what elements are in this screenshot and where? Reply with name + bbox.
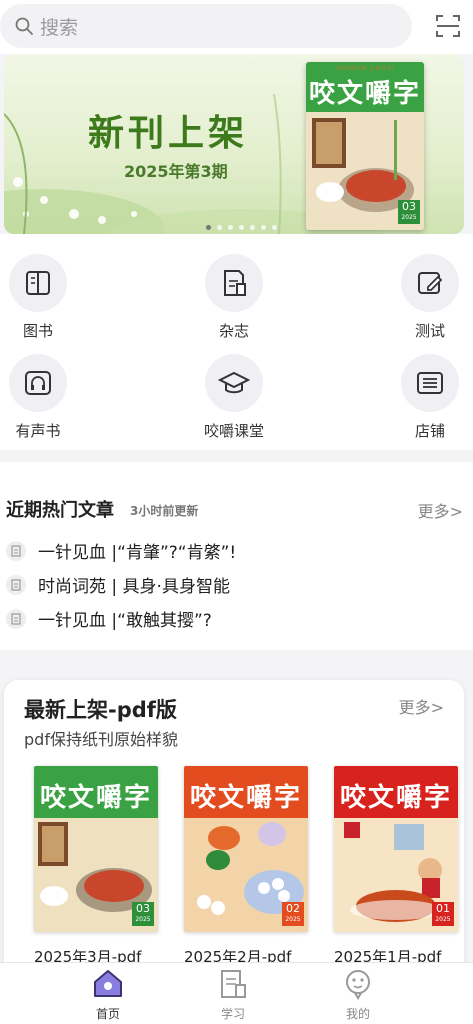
article-icon [6, 574, 26, 595]
quick-access-grid: 图书 杂志 测试 有声书 咬嚼课堂 店铺 [0, 234, 473, 450]
quick-item-label: 店铺 [414, 422, 445, 440]
cover-title: 咬文嚼字 [339, 782, 452, 813]
quick-item-label: 图书 [22, 322, 53, 340]
pdf-section: 最新上架-pdf版 pdf保持纸刊原始样貌 更多> 咬文嚼字 03 2025 20… [4, 680, 464, 980]
quick-item-label: 杂志 [218, 322, 249, 340]
book-icon [26, 271, 50, 295]
quick-item-label: 有声书 [15, 422, 61, 440]
cover-issue: 02 2025 [282, 902, 304, 926]
tab-home[interactable]: 首页 [68, 967, 148, 1022]
study-icon [221, 970, 246, 998]
tab-study[interactable]: 学习 [193, 967, 273, 1022]
article-title: 时尚词苑 | 具身·具身智能 [38, 577, 230, 597]
magazine-icon [224, 270, 246, 296]
quick-item-magazines[interactable]: 杂志 [194, 254, 274, 341]
banner-pagination [206, 225, 277, 230]
quick-item-label: 咬嚼课堂 [203, 422, 264, 440]
hot-articles-section: 近期热门文章 3小时前更新 更多> 一针见血 |“肯肇”?“肯綮”! 时尚词苑 … [0, 462, 473, 650]
tab-label: 我的 [345, 1007, 370, 1021]
app-page: 搜索 新刊上架 2025年第3期 YAOWEN JIAOZI 咬文嚼字 03 2… [0, 0, 473, 1024]
quick-item-store[interactable]: 店铺 [390, 354, 470, 441]
promo-banner[interactable]: 新刊上架 2025年第3期 YAOWEN JIAOZI 咬文嚼字 03 2025 [4, 54, 464, 234]
scan-icon[interactable] [435, 13, 461, 39]
quick-item-audiobooks[interactable]: 有声书 [0, 354, 78, 441]
search-placeholder: 搜索 [40, 16, 79, 39]
tab-label: 学习 [220, 1007, 245, 1021]
article-item[interactable]: 时尚词苑 | 具身·具身智能 [6, 572, 230, 597]
bottom-tab-bar: 首页 学习 我的 [0, 962, 473, 1024]
quick-item-books[interactable]: 图书 [0, 254, 78, 341]
update-time: 3小时前更新 [130, 504, 199, 518]
cover-title: 咬文嚼字 [189, 782, 302, 813]
quick-item-classroom[interactable]: 咬嚼课堂 [194, 354, 274, 441]
hot-more-link[interactable]: 更多> [418, 498, 463, 522]
quick-item-test[interactable]: 测试 [390, 254, 470, 341]
headphones-icon [25, 371, 51, 395]
article-item[interactable]: 一针见血 |“敢触其撄”? [6, 606, 212, 631]
banner-magazine-cover: YAOWEN JIAOZI 咬文嚼字 03 2025 [306, 62, 424, 230]
article-title: 一针见血 |“敢触其撄”? [38, 611, 212, 631]
search-icon [15, 17, 33, 35]
graduation-cap-icon [218, 371, 250, 394]
tab-label: 首页 [95, 1007, 120, 1021]
tab-profile[interactable]: 我的 [318, 967, 398, 1022]
article-icon [6, 540, 26, 561]
store-icon [417, 372, 443, 394]
search-input[interactable]: 搜索 [0, 4, 412, 48]
profile-icon [346, 970, 370, 1000]
banner-title: 新刊上架 [88, 113, 249, 154]
pdf-more-link[interactable]: 更多> [399, 694, 444, 718]
home-icon [94, 970, 122, 997]
magazine-cover[interactable]: 咬文嚼字 02 2025 [184, 766, 308, 932]
section-subtitle: pdf保持纸刊原始样貌 [24, 730, 178, 749]
banner-subtitle: 2025年第3期 [124, 162, 228, 181]
section-title: 最新上架-pdf版 [24, 698, 177, 722]
magazine-cover[interactable]: 咬文嚼字 01 2025 [334, 766, 458, 932]
magazine-cover[interactable]: 咬文嚼字 03 2025 [34, 766, 158, 932]
article-title: 一针见血 |“肯肇”?“肯綮”! [38, 543, 237, 563]
cover-issue: 03 2025 [398, 200, 420, 224]
cover-title: 咬文嚼字 [39, 782, 152, 813]
section-title: 近期热门文章 [6, 500, 114, 521]
quick-item-label: 测试 [414, 322, 445, 340]
cover-issue: 03 2025 [132, 902, 154, 926]
cover-issue: 01 2025 [432, 902, 454, 926]
article-icon [6, 608, 26, 629]
top-bar: 搜索 [0, 0, 473, 54]
cover-title: 咬文嚼字 [308, 78, 421, 109]
article-item[interactable]: 一针见血 |“肯肇”?“肯綮”! [6, 538, 236, 563]
test-icon [418, 272, 443, 294]
